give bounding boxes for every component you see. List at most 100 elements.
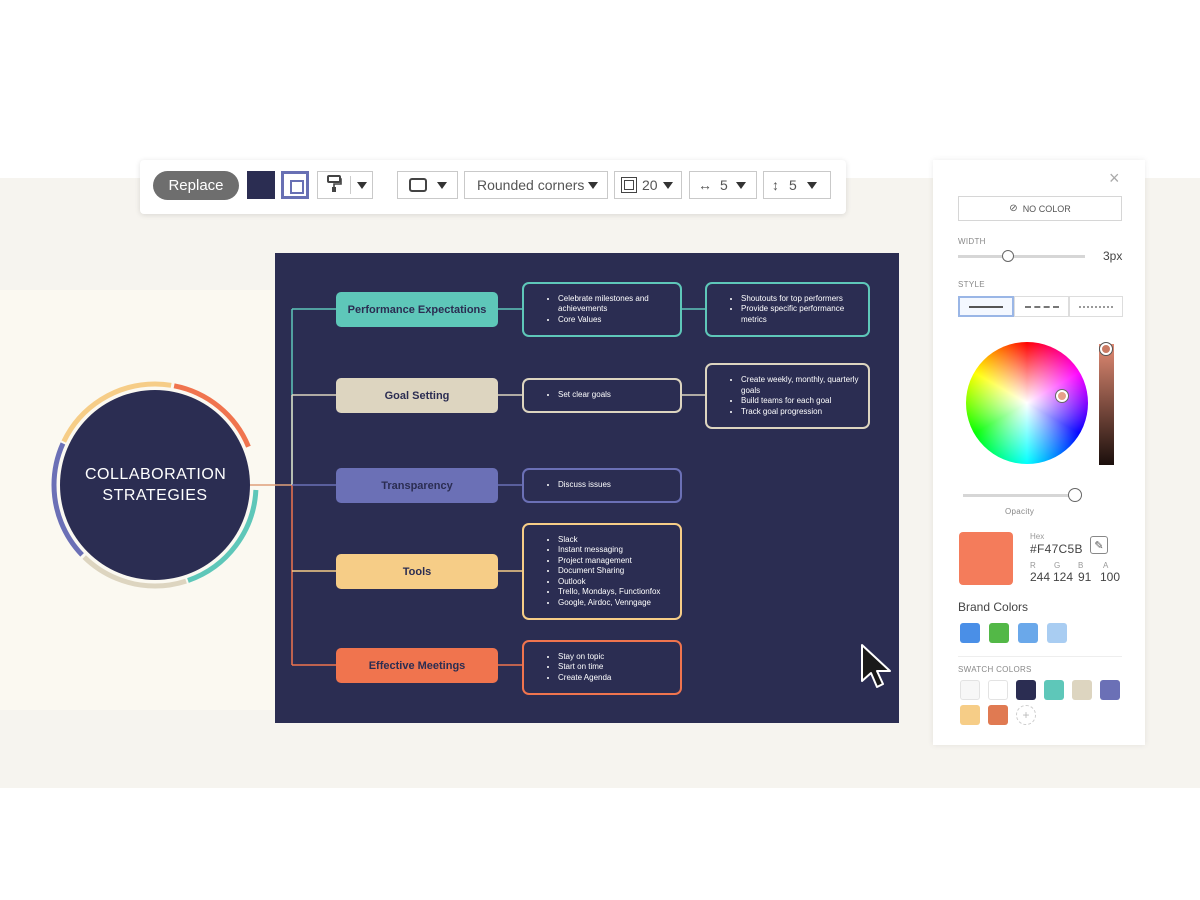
detail-item: Provide specific performance metrics bbox=[741, 304, 868, 325]
hex-label: Hex bbox=[1030, 532, 1045, 541]
close-icon[interactable]: × bbox=[1109, 168, 1120, 189]
brand-color-swatch[interactable] bbox=[1047, 623, 1067, 643]
style-dashed-option[interactable] bbox=[1014, 296, 1069, 317]
sub-detail-box-performance[interactable]: Shoutouts for top performers Provide spe… bbox=[705, 282, 870, 337]
style-label: STYLE bbox=[958, 280, 985, 289]
detail-box-performance[interactable]: Celebrate milestones and achievements Co… bbox=[522, 282, 682, 337]
detail-item: Discuss issues bbox=[558, 480, 611, 491]
category-label: Tools bbox=[402, 565, 432, 578]
style-solid-option[interactable] bbox=[958, 296, 1014, 317]
category-label: Performance Expectations bbox=[347, 303, 487, 316]
a-value-input[interactable]: 100 bbox=[1100, 570, 1120, 584]
category-effective-meetings[interactable]: Effective Meetings bbox=[336, 648, 498, 683]
chevron-down-icon bbox=[357, 181, 367, 189]
detail-item: Set clear goals bbox=[558, 390, 611, 401]
horizontal-spacing-dropdown[interactable]: ↔ 5 bbox=[689, 171, 757, 199]
brand-colors-title: Brand Colors bbox=[958, 600, 1029, 614]
opacity-slider-thumb[interactable] bbox=[1068, 488, 1082, 502]
chevron-down-icon bbox=[735, 181, 746, 189]
detail-item: Outlook bbox=[558, 577, 660, 588]
shade-slider-thumb[interactable] bbox=[1100, 343, 1112, 355]
r-value-input[interactable]: 244 bbox=[1030, 570, 1050, 584]
border-frame-icon bbox=[621, 177, 637, 193]
chevron-down-icon bbox=[662, 181, 673, 189]
detail-box-goal-setting[interactable]: Set clear goals bbox=[522, 378, 682, 413]
vertical-spacing-dropdown[interactable]: ↕ 5 bbox=[763, 171, 831, 199]
corner-style-dropdown[interactable]: Rounded corners bbox=[464, 171, 608, 199]
sub-detail-box-goal-setting[interactable]: Create weekly, monthly, quarterly goals … bbox=[705, 363, 870, 429]
color-panel: × ⊘ NO COLOR WIDTH 3px STYLE Opacity Hex… bbox=[933, 160, 1145, 745]
swatch-color[interactable] bbox=[960, 680, 980, 700]
detail-item: Shoutouts for top performers bbox=[741, 294, 868, 305]
detail-item: Celebrate milestones and achievements bbox=[558, 294, 680, 315]
brand-color-swatch[interactable] bbox=[960, 623, 980, 643]
shape-dropdown[interactable] bbox=[397, 171, 458, 199]
paint-roller-icon bbox=[326, 174, 342, 196]
dashed-line-icon bbox=[1024, 305, 1059, 308]
detail-item: Create Agenda bbox=[558, 673, 611, 684]
corner-radius-dropdown[interactable]: 20 bbox=[614, 171, 682, 199]
width-label: WIDTH bbox=[958, 237, 986, 246]
eyedropper-icon[interactable]: ✎ bbox=[1090, 536, 1108, 554]
r-label: R bbox=[1030, 561, 1036, 570]
swatch-color[interactable] bbox=[1072, 680, 1092, 700]
mouse-cursor-icon bbox=[861, 644, 891, 688]
swatch-color[interactable] bbox=[960, 705, 980, 725]
detail-item: Document Sharing bbox=[558, 566, 660, 577]
swatch-color[interactable] bbox=[1016, 680, 1036, 700]
width-slider-thumb[interactable] bbox=[1001, 250, 1014, 262]
opacity-label: Opacity bbox=[1005, 507, 1035, 516]
category-tools[interactable]: Tools bbox=[336, 554, 498, 589]
b-label: B bbox=[1078, 561, 1084, 570]
width-value: 3px bbox=[1103, 249, 1123, 263]
color-wheel[interactable] bbox=[966, 342, 1088, 464]
divider bbox=[958, 656, 1122, 657]
detail-item: Stay on topic bbox=[558, 652, 611, 663]
vertical-arrows-icon: ↕ bbox=[772, 177, 779, 193]
category-goal-setting[interactable]: Goal Setting bbox=[336, 378, 498, 413]
fill-color-button[interactable] bbox=[247, 171, 275, 199]
category-performance-expectations[interactable]: Performance Expectations bbox=[336, 292, 498, 327]
hub-title: COLLABORATION STRATEGIES bbox=[85, 466, 227, 504]
dotted-line-icon bbox=[1079, 305, 1113, 308]
format-painter-dropdown[interactable] bbox=[317, 171, 373, 199]
detail-item: Track goal progression bbox=[741, 407, 868, 418]
replace-button[interactable]: Replace bbox=[153, 171, 239, 200]
b-value-input[interactable]: 91 bbox=[1078, 570, 1091, 584]
width-slider-track[interactable] bbox=[958, 255, 1085, 258]
detail-box-effective-meetings[interactable]: Stay on topic Start on time Create Agend… bbox=[522, 640, 682, 695]
hub-node[interactable]: COLLABORATION STRATEGIES bbox=[60, 390, 250, 580]
horizontal-arrows-icon: ↔ bbox=[698, 177, 712, 193]
color-wheel-picker[interactable] bbox=[1056, 390, 1068, 402]
no-color-label: NO COLOR bbox=[1022, 203, 1071, 214]
swatch-colors-title: SWATCH COLORS bbox=[958, 665, 1032, 674]
no-color-button[interactable]: ⊘ NO COLOR bbox=[958, 196, 1122, 221]
brand-color-swatch[interactable] bbox=[1018, 623, 1038, 643]
swatch-color[interactable] bbox=[988, 705, 1008, 725]
category-transparency[interactable]: Transparency bbox=[336, 468, 498, 503]
brand-color-swatch[interactable] bbox=[989, 623, 1009, 643]
detail-item: Start on time bbox=[558, 662, 611, 673]
chevron-down-icon bbox=[588, 181, 598, 189]
detail-item: Create weekly, monthly, quarterly goals bbox=[741, 375, 868, 396]
g-label: G bbox=[1054, 561, 1061, 570]
detail-box-transparency[interactable]: Discuss issues bbox=[522, 468, 682, 503]
swatch-color[interactable] bbox=[1044, 680, 1064, 700]
add-swatch-icon[interactable]: + bbox=[1016, 705, 1036, 725]
detail-box-tools[interactable]: Slack Instant messaging Project manageme… bbox=[522, 523, 682, 620]
opacity-slider-track[interactable] bbox=[963, 494, 1075, 497]
chevron-down-icon bbox=[806, 181, 817, 189]
solid-line-icon bbox=[969, 305, 1003, 308]
swatch-color[interactable] bbox=[1100, 680, 1120, 700]
detail-item: Project management bbox=[558, 556, 660, 567]
style-dotted-option[interactable] bbox=[1069, 296, 1123, 317]
g-value-input[interactable]: 124 bbox=[1053, 570, 1073, 584]
detail-item: Instant messaging bbox=[558, 545, 660, 556]
category-label: Transparency bbox=[381, 479, 453, 492]
hex-value-input[interactable]: #F47C5B bbox=[1030, 542, 1083, 556]
horizontal-spacing-value: 5 bbox=[720, 177, 728, 193]
shade-slider[interactable] bbox=[1099, 344, 1114, 465]
detail-item: Trello, Mondays, Functionfox bbox=[558, 587, 660, 598]
border-color-button[interactable] bbox=[281, 171, 309, 199]
swatch-color[interactable] bbox=[988, 680, 1008, 700]
